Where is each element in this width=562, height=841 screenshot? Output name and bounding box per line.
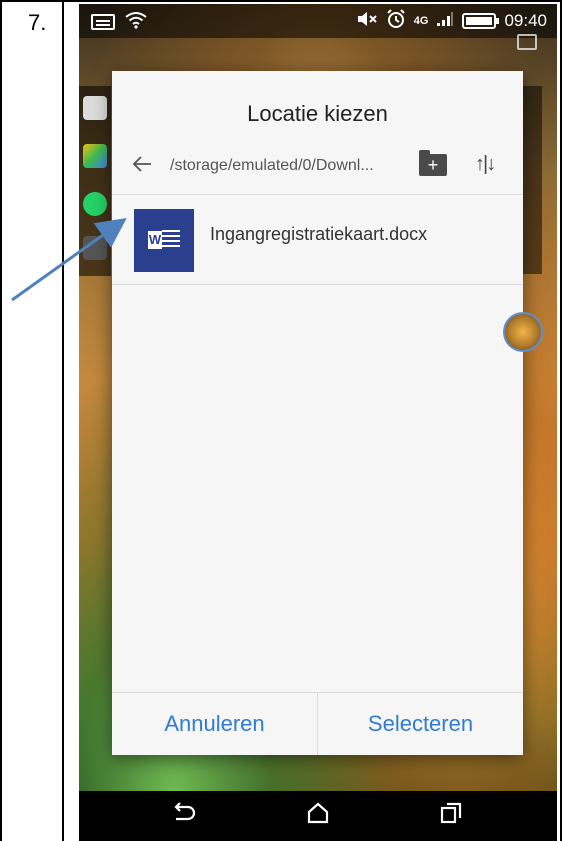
app-dock <box>79 86 111 276</box>
current-path: /storage/emulated/0/Downl... <box>170 157 374 174</box>
new-folder-icon[interactable]: + <box>419 150 447 176</box>
file-list-item[interactable]: W Ingangregistratiekaart.docx <box>112 194 523 284</box>
floating-bubble-icon[interactable] <box>503 312 543 352</box>
sort-icon[interactable]: ↑|↓ <box>475 153 496 176</box>
alarm-icon <box>386 9 406 33</box>
navigation-bar <box>79 791 557 841</box>
dialog-footer: Annuleren Selecteren <box>112 692 523 755</box>
widget-icon <box>517 34 537 50</box>
volume-mute-icon <box>356 11 378 31</box>
whatsapp-icon[interactable] <box>83 192 107 216</box>
divider <box>112 284 523 285</box>
wifi-icon <box>125 11 147 33</box>
recents-nav-icon[interactable] <box>431 801 471 832</box>
choose-location-dialog: Locatie kiezen /storage/emulated/0/Downl… <box>112 71 523 755</box>
app-icon[interactable] <box>83 96 107 120</box>
app-icon[interactable] <box>83 236 107 260</box>
status-time: 09:40 <box>504 11 547 30</box>
step-number: 7. <box>28 10 47 35</box>
signal-strength-icon <box>436 11 454 31</box>
table-border-top <box>0 0 562 2</box>
side-panel <box>522 86 542 274</box>
status-bar: 4G 09:40 <box>79 4 557 38</box>
table-border-middle <box>62 0 64 841</box>
network-type-badge: 4G <box>413 15 429 27</box>
battery-icon <box>462 13 500 29</box>
image-notification-icon <box>91 14 115 30</box>
home-nav-icon[interactable] <box>298 801 338 832</box>
path-bar: /storage/emulated/0/Downl... + ↑|↓ <box>112 145 523 191</box>
file-name: Ingangregistratiekaart.docx <box>210 224 428 244</box>
select-button[interactable]: Selecteren <box>318 693 523 755</box>
table-border-left <box>0 0 2 841</box>
word-document-icon: W <box>134 209 194 272</box>
back-nav-icon[interactable] <box>164 801 204 832</box>
back-arrow-icon[interactable] <box>132 153 152 179</box>
dialog-title: Locatie kiezen <box>247 101 388 126</box>
phone-screen: 4G 09:40 Locatie kiezen /storage/emulate… <box>79 4 557 841</box>
cancel-button[interactable]: Annuleren <box>112 693 317 755</box>
google-drive-icon[interactable] <box>83 144 107 168</box>
